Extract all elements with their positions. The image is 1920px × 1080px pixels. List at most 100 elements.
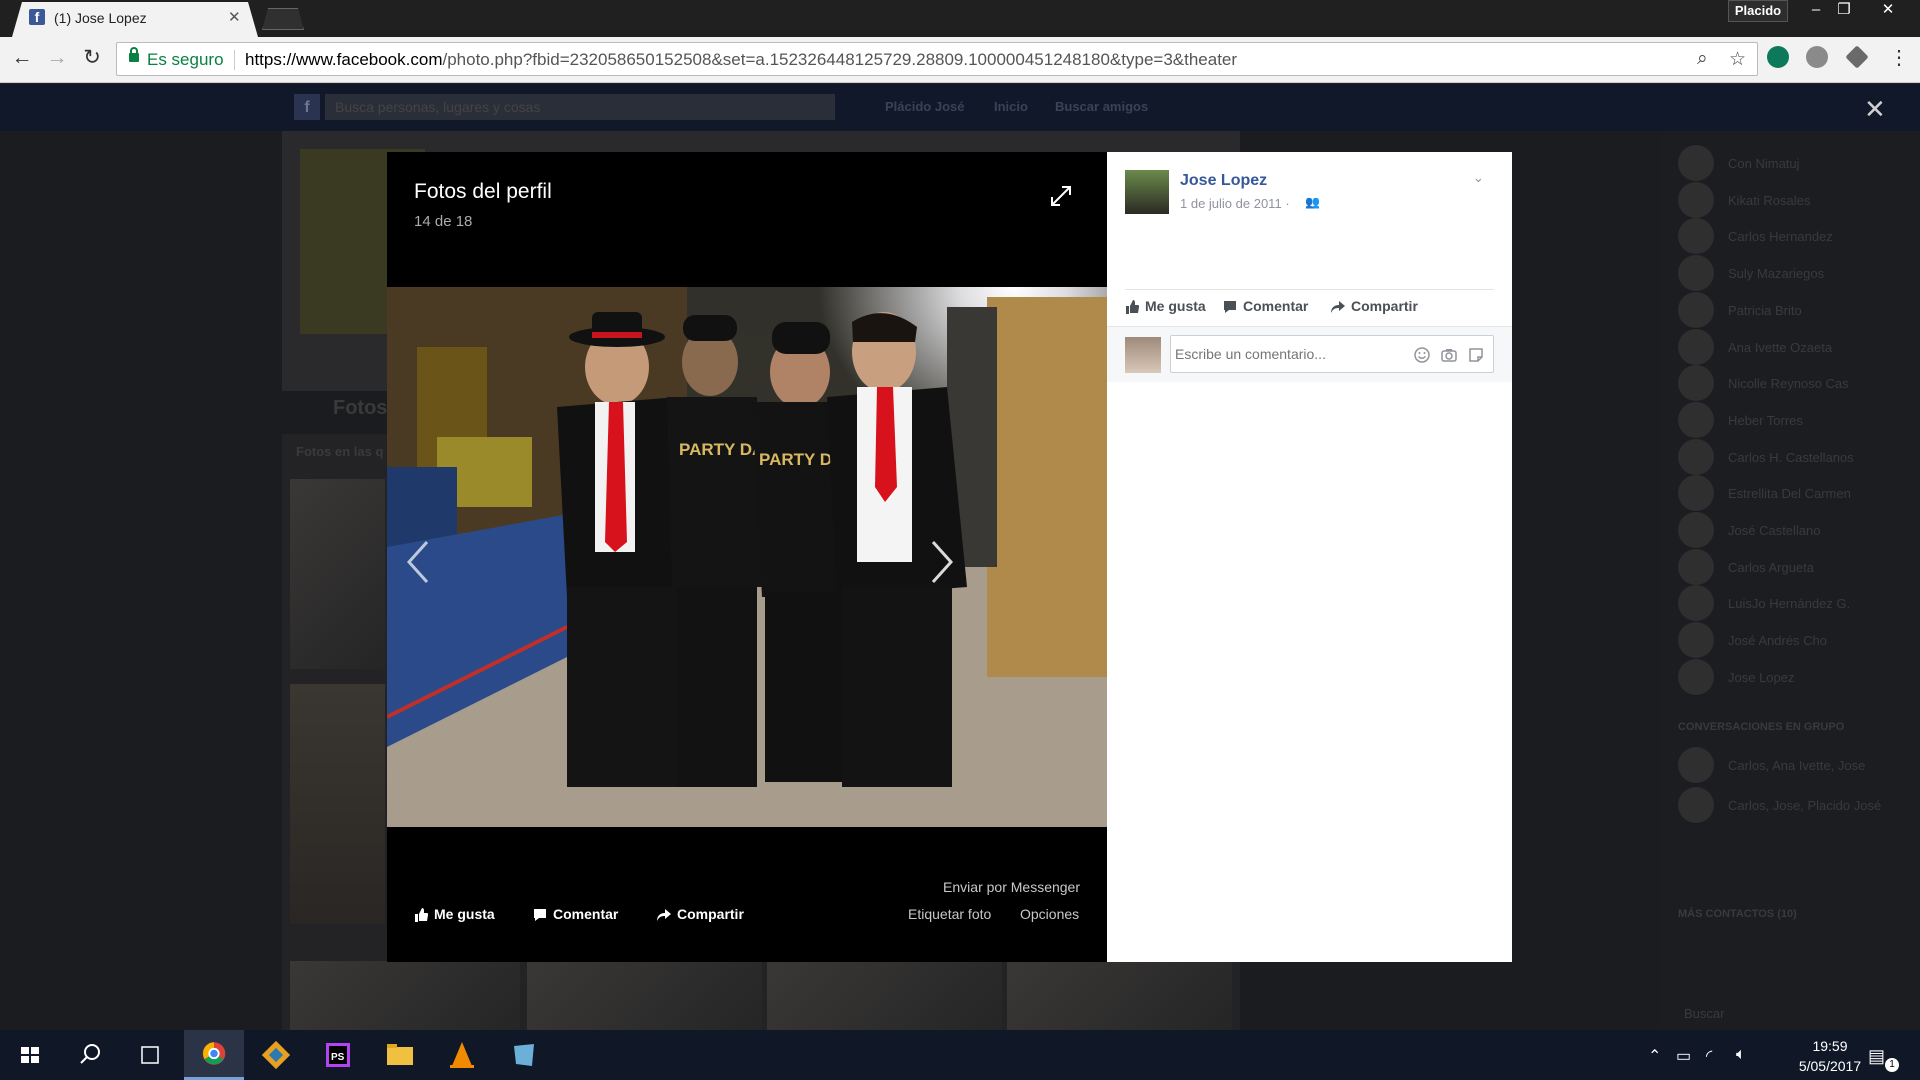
chat-contact-name: José Castellano [1728,523,1821,538]
chat-contact-name: Estrellita Del Carmen [1728,486,1851,502]
info-share-button[interactable]: Compartir [1331,298,1418,314]
nav-home[interactable]: Inicio [994,99,1028,114]
like-button[interactable]: Me gusta [414,906,495,923]
info-like-label: Me gusta [1145,298,1206,314]
tab-close-icon[interactable]: ✕ [228,8,241,26]
avatar [1678,218,1714,255]
comment-button[interactable]: Comentar [533,906,618,922]
album-title[interactable]: Fotos del perfil [414,180,552,204]
chevron-down-icon[interactable]: ⌄ [1473,170,1484,186]
avatar [1678,401,1714,438]
share-button[interactable]: Compartir [657,906,744,922]
phpstorm-icon[interactable]: PS [308,1030,368,1080]
facebook-search-input[interactable]: Busca personas, lugares y cosas [325,94,835,120]
address-bar[interactable]: Es seguro https://www.facebook.com/photo… [116,42,1758,76]
app-taskbar-icon[interactable] [494,1030,554,1080]
photo-theater: Fotos del perfil 14 de 18 PARTY DANCERS … [387,152,1107,962]
clock-time[interactable]: 19:59 [1780,1038,1880,1054]
clock-date[interactable]: 5/05/2017 [1780,1058,1880,1074]
wifi-icon[interactable]: ◜ [1706,1046,1712,1066]
my-avatar [1125,337,1161,373]
git-tool-icon[interactable] [246,1030,306,1080]
theater-actions: Me gusta Comentar Compartir Enviar por M… [387,872,1107,962]
tag-photo-link[interactable]: Etiquetar foto [908,906,991,922]
action-center-icon[interactable]: ▤ [1868,1046,1885,1067]
restore-icon[interactable]: ❐ [1830,0,1858,22]
photo-counter: 14 de 18 [414,213,473,230]
share-label: Compartir [677,906,744,922]
friends-audience-icon[interactable]: 👥 [1305,195,1320,209]
info-like-button[interactable]: Me gusta [1125,298,1206,315]
forward-arrow-icon[interactable]: → [44,45,70,71]
fullscreen-expand-icon[interactable] [1049,184,1073,208]
previous-photo-arrow-icon[interactable] [403,537,433,587]
chat-contact-name: Carlos Argueta [1728,559,1814,575]
reload-icon[interactable]: ↻ [79,45,105,71]
windows-start-icon[interactable] [0,1030,60,1080]
send-messenger-link[interactable]: Enviar por Messenger [943,879,1080,895]
url-text[interactable]: https://www.facebook.com/photo.php?fbid=… [245,50,1237,70]
extension-eye-icon[interactable] [1767,46,1789,68]
photo-thumb[interactable] [1007,961,1232,1030]
facebook-top-bar: f Busca personas, lugares y cosas Plácid… [0,84,1920,131]
vlc-icon[interactable] [432,1030,492,1080]
avatar [1678,328,1714,365]
chrome-menu-icon[interactable]: ⋮ [1886,45,1912,71]
nav-profile[interactable]: Plácido José [885,99,964,114]
emoji-icon[interactable] [1413,346,1431,364]
avatar [1678,658,1714,695]
bookmark-star-icon[interactable]: ☆ [1729,48,1746,71]
main-photo[interactable]: PARTY DANCERS PARTY DANCERS [387,287,1107,827]
nav-find-friends[interactable]: Buscar amigos [1055,99,1148,114]
avatar [1678,512,1714,548]
share-arrow-icon [1331,301,1345,314]
minimize-icon[interactable]: – [1802,0,1830,22]
zoom-search-icon[interactable]: ⌕ [1697,48,1708,70]
back-arrow-icon[interactable]: ← [9,45,35,71]
info-comment-button[interactable]: Comentar [1223,298,1308,314]
volume-icon[interactable]: 🔈︎ [1736,1046,1746,1064]
extension-globe-icon[interactable] [1806,46,1828,68]
lock-icon [129,47,139,62]
chat-contact-name: LuisJo Hernández G. [1728,596,1851,612]
new-tab-button[interactable] [262,8,304,30]
svg-text:PS: PS [331,1052,345,1063]
author-avatar[interactable] [1125,170,1169,214]
profile-button[interactable]: Placido [1728,0,1788,22]
search-icon[interactable] [60,1030,120,1080]
photo-thumb[interactable] [290,961,520,1030]
chat-contact-name: Jose Lopez [1728,669,1795,685]
chat-group-heading: CONVERSACIONES EN GRUPO [1678,721,1845,733]
thumbs-up-icon [415,908,428,923]
chat-contact-name: Ana Ivette Ozaeta [1728,339,1833,355]
extension-diamond-icon[interactable] [1845,45,1869,69]
info-share-label: Compartir [1351,298,1418,314]
chat-group-name: Carlos, Jose, Placido José [1728,798,1882,813]
photo-thumb[interactable] [767,961,1002,1030]
close-window-icon[interactable]: ✕ [1874,0,1902,22]
sticker-icon[interactable] [1467,346,1485,364]
author-name[interactable]: Jose Lopez [1180,172,1267,190]
like-label: Me gusta [434,906,495,922]
chat-contact-name: Nicolle Reynoso Cas [1728,376,1849,392]
options-link[interactable]: Opciones [1020,906,1079,922]
facebook-logo-icon[interactable]: f [294,94,320,120]
chat-contact-name: José Andrés Cho [1728,633,1828,649]
photo-thumb[interactable] [290,479,385,669]
next-photo-arrow-icon[interactable] [927,537,957,587]
comment-composer [1107,326,1512,382]
show-hidden-icons-icon[interactable]: ⌃ [1648,1046,1661,1066]
battery-icon[interactable]: ▭ [1676,1046,1691,1066]
file-explorer-icon[interactable] [370,1030,430,1080]
photo-thumb[interactable] [527,961,762,1030]
chat-contact-name: Heber Torres [1728,412,1803,428]
camera-icon[interactable] [1440,346,1458,364]
close-theater-icon[interactable]: ✕ [1864,94,1886,125]
post-date[interactable]: 1 de julio de 2011 · [1180,196,1290,211]
photo-info-pane: Jose Lopez 1 de julio de 2011 · 👥 ⌄ Me g… [1107,152,1512,962]
photo-thumb[interactable] [290,684,385,924]
task-view-icon[interactable] [120,1030,180,1080]
chrome-taskbar-icon[interactable] [184,1030,244,1080]
chat-sidebar: Con Nimatuj Kikati Rosales Carlos Hernande… [1662,131,1920,1030]
chat-search-input[interactable]: Buscar [1684,1006,1724,1021]
